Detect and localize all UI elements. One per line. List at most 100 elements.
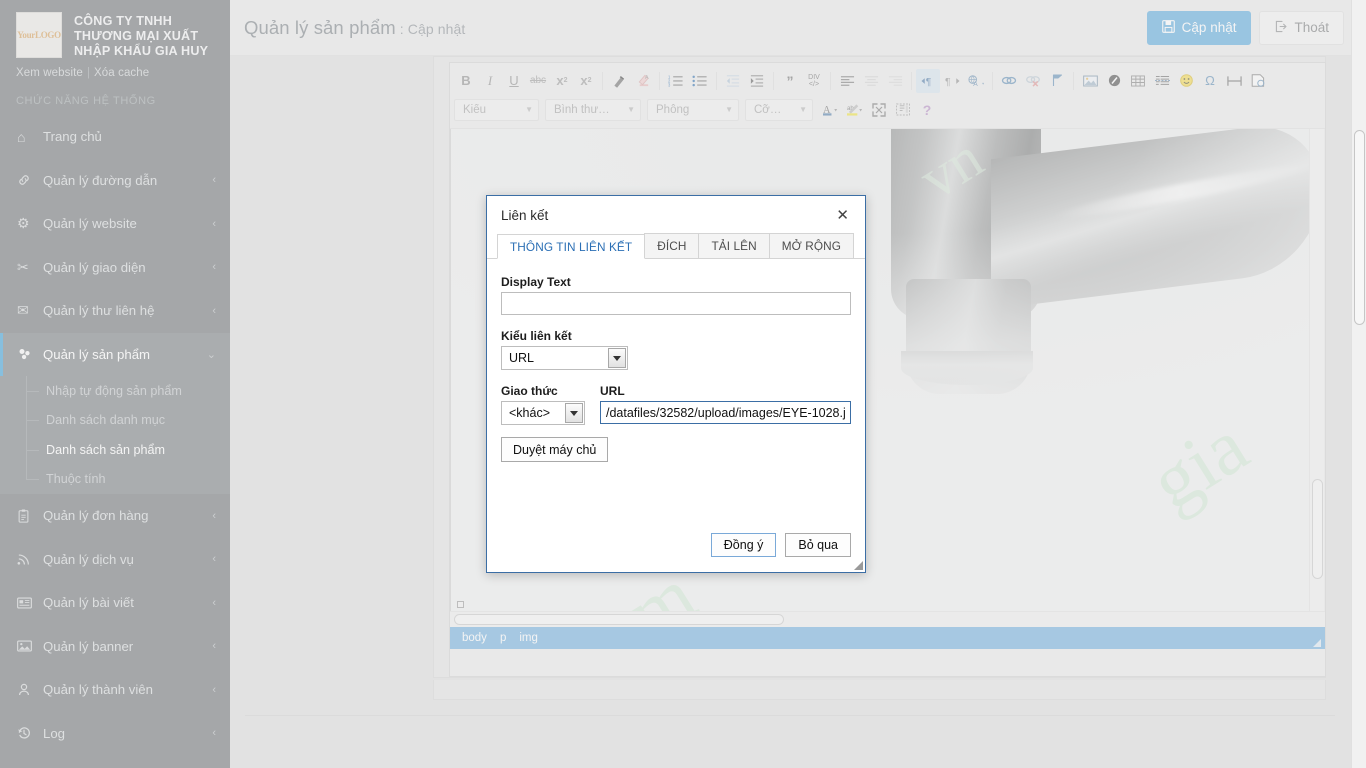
protocol-select[interactable]: <khác> <box>501 401 585 425</box>
clear-cache-link[interactable]: Xóa cache <box>94 67 149 79</box>
toolbar-row-2: Kiểu ▼ Bình thư… ▼ Phông ▼ Cỡ… ▼ A ab ? <box>454 95 1321 124</box>
bold-icon[interactable]: B <box>454 69 478 93</box>
sidebar-item-website[interactable]: ⚙ Quản lý website ‹ <box>0 202 230 246</box>
sidebar-subitem-nhap-tu-dong[interactable]: Nhập tự động sản phẩm <box>0 376 230 406</box>
show-blocks-icon[interactable] <box>891 98 915 122</box>
view-site-link[interactable]: Xem website <box>16 67 83 79</box>
editor-horizontal-scrollbar[interactable] <box>450 611 1325 627</box>
numbered-list-icon[interactable]: 123 <box>664 69 688 93</box>
subscript-icon[interactable]: x2 <box>550 69 574 93</box>
iframe-icon[interactable] <box>1246 69 1270 93</box>
sidebar-item-bai-viet[interactable]: Quản lý bài viết ‹ <box>0 581 230 625</box>
image-resize-handle[interactable] <box>457 601 464 608</box>
flash-icon[interactable] <box>1102 69 1126 93</box>
sidebar-item-trang-chu[interactable]: ⌂ Trang chủ <box>0 115 230 159</box>
strikethrough-icon[interactable]: abc <box>526 69 550 93</box>
element-path-p[interactable]: p <box>500 632 506 644</box>
element-path-body[interactable]: body <box>462 632 487 644</box>
special-character-icon[interactable]: Ω <box>1198 69 1222 93</box>
sidebar-item-duong-dan[interactable]: Quản lý đường dẫn ‹ <box>0 159 230 203</box>
background-color-icon[interactable]: ab <box>843 98 867 122</box>
url-input[interactable] <box>600 401 851 424</box>
sidebar-item-log[interactable]: Log ‹ <box>0 712 230 756</box>
sidebar-item-banner[interactable]: Quản lý banner ‹ <box>0 625 230 669</box>
fontsize-combo[interactable]: Cỡ… ▼ <box>745 98 813 121</box>
ok-button[interactable]: Đồng ý <box>710 533 777 557</box>
image-icon[interactable] <box>1078 69 1102 93</box>
format-combo-value: Bình thư… <box>554 103 610 116</box>
anchor-icon[interactable] <box>1045 69 1069 93</box>
scrollbar-thumb[interactable] <box>1312 479 1323 579</box>
display-text-input[interactable] <box>501 292 851 315</box>
sidebar-item-thu-lien-he[interactable]: ✉ Quản lý thư liên hệ ‹ <box>0 289 230 333</box>
browse-server-button[interactable]: Duyệt máy chủ <box>501 437 609 462</box>
link-icon[interactable] <box>997 69 1021 93</box>
scrollbar-thumb[interactable] <box>1354 130 1365 325</box>
maximize-icon[interactable] <box>867 98 891 122</box>
align-left-icon[interactable] <box>835 69 859 93</box>
styles-combo[interactable]: Kiểu ▼ <box>454 98 539 121</box>
close-icon[interactable]: ✕ <box>834 206 851 225</box>
horizontal-rule-icon[interactable] <box>1222 69 1246 93</box>
tab-dich[interactable]: ĐÍCH <box>644 233 700 258</box>
element-path-img[interactable]: img <box>519 632 538 644</box>
text-direction-rtl-icon[interactable]: ¶ <box>940 69 964 93</box>
sidebar-subitem-danh-sach-san-pham[interactable]: Danh sách sản phẩm <box>0 435 230 465</box>
sidebar-nav: ⌂ Trang chủ Quản lý đường dẫn ‹ ⚙ Quản l… <box>0 115 230 755</box>
cubes-icon <box>17 347 39 361</box>
superscript-icon[interactable]: x2 <box>574 69 598 93</box>
blockquote-icon[interactable]: ” <box>778 69 802 93</box>
sidebar-item-thanh-vien[interactable]: Quản lý thành viên ‹ <box>0 668 230 712</box>
table-icon[interactable] <box>1126 69 1150 93</box>
outdent-icon[interactable] <box>721 69 745 93</box>
sidebar-item-san-pham[interactable]: Quản lý sản phẩm ⌄ <box>0 332 230 376</box>
font-combo[interactable]: Phông ▼ <box>647 98 739 121</box>
remove-format-icon[interactable]: A <box>631 69 655 93</box>
gears-icon: ⚙ <box>17 215 30 232</box>
div-container-icon[interactable]: DIV </> <box>802 69 826 93</box>
bulleted-list-icon[interactable] <box>688 69 712 93</box>
text-color-icon[interactable]: A <box>819 98 843 122</box>
smiley-icon[interactable] <box>1174 69 1198 93</box>
sidebar-subitem-danh-muc[interactable]: Danh sách danh mục <box>0 406 230 436</box>
exit-button[interactable]: Thoát <box>1259 10 1344 45</box>
update-button-label: Cập nhật <box>1181 20 1237 35</box>
link-icon <box>17 173 39 187</box>
sidebar-item-label: Quản lý website <box>43 216 137 232</box>
align-center-icon[interactable] <box>859 69 883 93</box>
set-language-icon[interactable]: A <box>964 69 988 93</box>
italic-icon[interactable]: I <box>478 69 502 93</box>
sidebar-item-dich-vu[interactable]: Quản lý dịch vụ ‹ <box>0 538 230 582</box>
update-button[interactable]: Cập nhật <box>1146 10 1252 45</box>
sidebar-item-don-hang[interactable]: Quản lý đơn hàng ‹ <box>0 494 230 538</box>
about-icon[interactable]: ? <box>915 98 939 122</box>
tab-mo-rong[interactable]: MỞ RỘNG <box>768 233 855 258</box>
indent-icon[interactable] <box>745 69 769 93</box>
sidebar-item-label: Quản lý bài viết <box>43 595 134 611</box>
tab-thong-tin-lien-ket[interactable]: THÔNG TIN LIÊN KẾT <box>497 234 646 259</box>
copy-formatting-icon[interactable] <box>607 69 631 93</box>
unlink-icon[interactable] <box>1021 69 1045 93</box>
cancel-button[interactable]: Bỏ qua <box>785 533 851 557</box>
sidebar-subitem-thuoc-tinh[interactable]: Thuộc tính <box>0 465 230 495</box>
format-combo[interactable]: Bình thư… ▼ <box>545 98 641 121</box>
page-break-icon[interactable] <box>1150 69 1174 93</box>
page-scrollbar[interactable] <box>1351 0 1366 768</box>
text-direction-ltr-icon[interactable]: ¶ <box>916 68 940 93</box>
font-combo-value: Phông <box>656 103 690 116</box>
dialog-resize-grip[interactable] <box>854 561 863 570</box>
underline-icon[interactable]: U <box>502 69 526 93</box>
sidebar: YourLOGO CÔNG TY TNHH THƯƠNG MẠI XUẤT NH… <box>0 0 230 768</box>
tab-tai-len[interactable]: TẢI LÊN <box>698 233 770 258</box>
editor-vertical-scrollbar[interactable] <box>1309 129 1324 611</box>
toolbar-separator <box>773 71 774 90</box>
scrollbar-thumb[interactable] <box>454 614 784 625</box>
align-right-icon[interactable] <box>883 69 907 93</box>
dialog-title-bar[interactable]: Liên kết ✕ <box>487 196 865 234</box>
editor-resize-grip[interactable] <box>1313 639 1321 647</box>
sidebar-item-giao-dien[interactable]: ✂ Quản lý giao diện ‹ <box>0 246 230 290</box>
sidebar-subnav-san-pham: Nhập tự động sản phẩm Danh sách danh mục… <box>0 376 230 494</box>
save-icon <box>1161 19 1175 36</box>
link-type-select[interactable]: URL <box>501 346 628 370</box>
topbar: Quản lý sản phẩm : Cập nhật Cập nhật Tho… <box>230 0 1366 56</box>
